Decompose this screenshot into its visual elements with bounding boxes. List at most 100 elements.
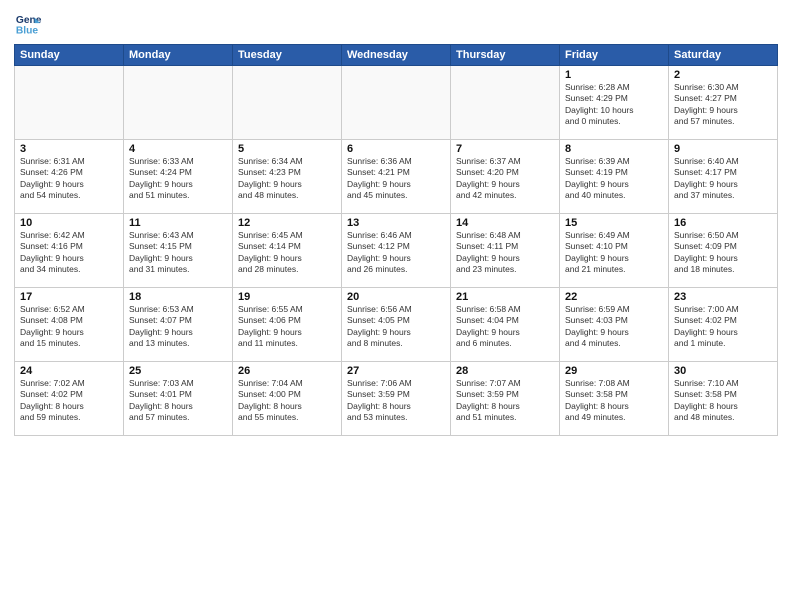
calendar-cell: 22Sunrise: 6:59 AM Sunset: 4:03 PM Dayli… xyxy=(560,288,669,362)
weekday-header: Saturday xyxy=(669,45,778,66)
calendar-cell: 13Sunrise: 6:46 AM Sunset: 4:12 PM Dayli… xyxy=(342,214,451,288)
calendar-table: SundayMondayTuesdayWednesdayThursdayFrid… xyxy=(14,44,778,436)
calendar-cell: 9Sunrise: 6:40 AM Sunset: 4:17 PM Daylig… xyxy=(669,140,778,214)
day-number: 25 xyxy=(129,365,227,377)
day-number: 17 xyxy=(20,291,118,303)
day-info: Sunrise: 7:02 AM Sunset: 4:02 PM Dayligh… xyxy=(20,378,118,424)
day-info: Sunrise: 7:10 AM Sunset: 3:58 PM Dayligh… xyxy=(674,378,772,424)
calendar-header-row: SundayMondayTuesdayWednesdayThursdayFrid… xyxy=(15,45,778,66)
day-info: Sunrise: 6:42 AM Sunset: 4:16 PM Dayligh… xyxy=(20,230,118,276)
day-info: Sunrise: 6:45 AM Sunset: 4:14 PM Dayligh… xyxy=(238,230,336,276)
calendar-cell: 16Sunrise: 6:50 AM Sunset: 4:09 PM Dayli… xyxy=(669,214,778,288)
day-info: Sunrise: 6:50 AM Sunset: 4:09 PM Dayligh… xyxy=(674,230,772,276)
day-number: 8 xyxy=(565,143,663,155)
day-number: 10 xyxy=(20,217,118,229)
day-info: Sunrise: 6:34 AM Sunset: 4:23 PM Dayligh… xyxy=(238,156,336,202)
calendar-cell: 10Sunrise: 6:42 AM Sunset: 4:16 PM Dayli… xyxy=(15,214,124,288)
calendar-cell: 26Sunrise: 7:04 AM Sunset: 4:00 PM Dayli… xyxy=(233,362,342,436)
day-info: Sunrise: 6:33 AM Sunset: 4:24 PM Dayligh… xyxy=(129,156,227,202)
day-number: 12 xyxy=(238,217,336,229)
calendar-cell: 5Sunrise: 6:34 AM Sunset: 4:23 PM Daylig… xyxy=(233,140,342,214)
weekday-header: Sunday xyxy=(15,45,124,66)
calendar-cell: 24Sunrise: 7:02 AM Sunset: 4:02 PM Dayli… xyxy=(15,362,124,436)
day-number: 14 xyxy=(456,217,554,229)
day-info: Sunrise: 7:07 AM Sunset: 3:59 PM Dayligh… xyxy=(456,378,554,424)
day-number: 1 xyxy=(565,69,663,81)
day-number: 26 xyxy=(238,365,336,377)
day-number: 15 xyxy=(565,217,663,229)
calendar-cell: 8Sunrise: 6:39 AM Sunset: 4:19 PM Daylig… xyxy=(560,140,669,214)
day-number: 27 xyxy=(347,365,445,377)
day-number: 9 xyxy=(674,143,772,155)
day-number: 2 xyxy=(674,69,772,81)
day-info: Sunrise: 6:55 AM Sunset: 4:06 PM Dayligh… xyxy=(238,304,336,350)
calendar-cell: 18Sunrise: 6:53 AM Sunset: 4:07 PM Dayli… xyxy=(124,288,233,362)
day-info: Sunrise: 6:46 AM Sunset: 4:12 PM Dayligh… xyxy=(347,230,445,276)
day-info: Sunrise: 6:56 AM Sunset: 4:05 PM Dayligh… xyxy=(347,304,445,350)
day-number: 24 xyxy=(20,365,118,377)
calendar-cell: 11Sunrise: 6:43 AM Sunset: 4:15 PM Dayli… xyxy=(124,214,233,288)
day-number: 5 xyxy=(238,143,336,155)
weekday-header: Tuesday xyxy=(233,45,342,66)
calendar-cell: 17Sunrise: 6:52 AM Sunset: 4:08 PM Dayli… xyxy=(15,288,124,362)
header: General Blue xyxy=(14,10,778,38)
day-number: 28 xyxy=(456,365,554,377)
day-info: Sunrise: 6:36 AM Sunset: 4:21 PM Dayligh… xyxy=(347,156,445,202)
day-info: Sunrise: 6:30 AM Sunset: 4:27 PM Dayligh… xyxy=(674,82,772,128)
day-info: Sunrise: 6:43 AM Sunset: 4:15 PM Dayligh… xyxy=(129,230,227,276)
day-number: 11 xyxy=(129,217,227,229)
day-number: 16 xyxy=(674,217,772,229)
calendar-cell xyxy=(342,66,451,140)
day-number: 7 xyxy=(456,143,554,155)
calendar-cell: 3Sunrise: 6:31 AM Sunset: 4:26 PM Daylig… xyxy=(15,140,124,214)
calendar-cell: 1Sunrise: 6:28 AM Sunset: 4:29 PM Daylig… xyxy=(560,66,669,140)
calendar-cell xyxy=(124,66,233,140)
calendar-cell: 14Sunrise: 6:48 AM Sunset: 4:11 PM Dayli… xyxy=(451,214,560,288)
day-number: 22 xyxy=(565,291,663,303)
weekday-header: Thursday xyxy=(451,45,560,66)
day-info: Sunrise: 7:08 AM Sunset: 3:58 PM Dayligh… xyxy=(565,378,663,424)
calendar-cell: 15Sunrise: 6:49 AM Sunset: 4:10 PM Dayli… xyxy=(560,214,669,288)
svg-text:Blue: Blue xyxy=(16,25,39,36)
weekday-header: Friday xyxy=(560,45,669,66)
day-number: 21 xyxy=(456,291,554,303)
day-number: 29 xyxy=(565,365,663,377)
day-info: Sunrise: 6:39 AM Sunset: 4:19 PM Dayligh… xyxy=(565,156,663,202)
calendar-week-row: 10Sunrise: 6:42 AM Sunset: 4:16 PM Dayli… xyxy=(15,214,778,288)
calendar-cell: 30Sunrise: 7:10 AM Sunset: 3:58 PM Dayli… xyxy=(669,362,778,436)
calendar-cell xyxy=(15,66,124,140)
calendar-cell: 29Sunrise: 7:08 AM Sunset: 3:58 PM Dayli… xyxy=(560,362,669,436)
logo: General Blue xyxy=(14,10,46,38)
day-info: Sunrise: 6:49 AM Sunset: 4:10 PM Dayligh… xyxy=(565,230,663,276)
weekday-header: Monday xyxy=(124,45,233,66)
calendar-week-row: 1Sunrise: 6:28 AM Sunset: 4:29 PM Daylig… xyxy=(15,66,778,140)
calendar-cell: 28Sunrise: 7:07 AM Sunset: 3:59 PM Dayli… xyxy=(451,362,560,436)
calendar-cell: 19Sunrise: 6:55 AM Sunset: 4:06 PM Dayli… xyxy=(233,288,342,362)
day-info: Sunrise: 6:53 AM Sunset: 4:07 PM Dayligh… xyxy=(129,304,227,350)
calendar-cell: 27Sunrise: 7:06 AM Sunset: 3:59 PM Dayli… xyxy=(342,362,451,436)
day-info: Sunrise: 6:48 AM Sunset: 4:11 PM Dayligh… xyxy=(456,230,554,276)
day-number: 13 xyxy=(347,217,445,229)
day-number: 19 xyxy=(238,291,336,303)
calendar-week-row: 24Sunrise: 7:02 AM Sunset: 4:02 PM Dayli… xyxy=(15,362,778,436)
day-number: 6 xyxy=(347,143,445,155)
calendar-cell: 2Sunrise: 6:30 AM Sunset: 4:27 PM Daylig… xyxy=(669,66,778,140)
day-info: Sunrise: 6:52 AM Sunset: 4:08 PM Dayligh… xyxy=(20,304,118,350)
day-info: Sunrise: 6:37 AM Sunset: 4:20 PM Dayligh… xyxy=(456,156,554,202)
day-number: 23 xyxy=(674,291,772,303)
logo-icon: General Blue xyxy=(14,10,42,38)
calendar-cell: 23Sunrise: 7:00 AM Sunset: 4:02 PM Dayli… xyxy=(669,288,778,362)
day-info: Sunrise: 7:00 AM Sunset: 4:02 PM Dayligh… xyxy=(674,304,772,350)
calendar-cell: 21Sunrise: 6:58 AM Sunset: 4:04 PM Dayli… xyxy=(451,288,560,362)
calendar-cell xyxy=(451,66,560,140)
day-info: Sunrise: 6:31 AM Sunset: 4:26 PM Dayligh… xyxy=(20,156,118,202)
weekday-header: Wednesday xyxy=(342,45,451,66)
calendar-week-row: 3Sunrise: 6:31 AM Sunset: 4:26 PM Daylig… xyxy=(15,140,778,214)
calendar-cell: 7Sunrise: 6:37 AM Sunset: 4:20 PM Daylig… xyxy=(451,140,560,214)
calendar-cell xyxy=(233,66,342,140)
calendar-cell: 4Sunrise: 6:33 AM Sunset: 4:24 PM Daylig… xyxy=(124,140,233,214)
day-number: 20 xyxy=(347,291,445,303)
day-info: Sunrise: 6:40 AM Sunset: 4:17 PM Dayligh… xyxy=(674,156,772,202)
day-info: Sunrise: 6:59 AM Sunset: 4:03 PM Dayligh… xyxy=(565,304,663,350)
calendar-cell: 20Sunrise: 6:56 AM Sunset: 4:05 PM Dayli… xyxy=(342,288,451,362)
